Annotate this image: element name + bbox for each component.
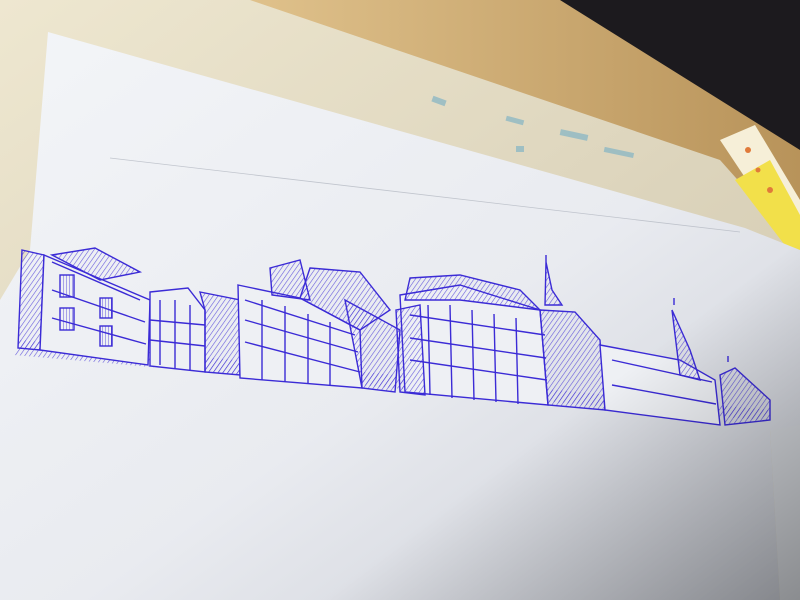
- vignette-shadow: [0, 0, 800, 600]
- photo-scene: [0, 0, 800, 600]
- photo-canvas: [0, 0, 800, 600]
